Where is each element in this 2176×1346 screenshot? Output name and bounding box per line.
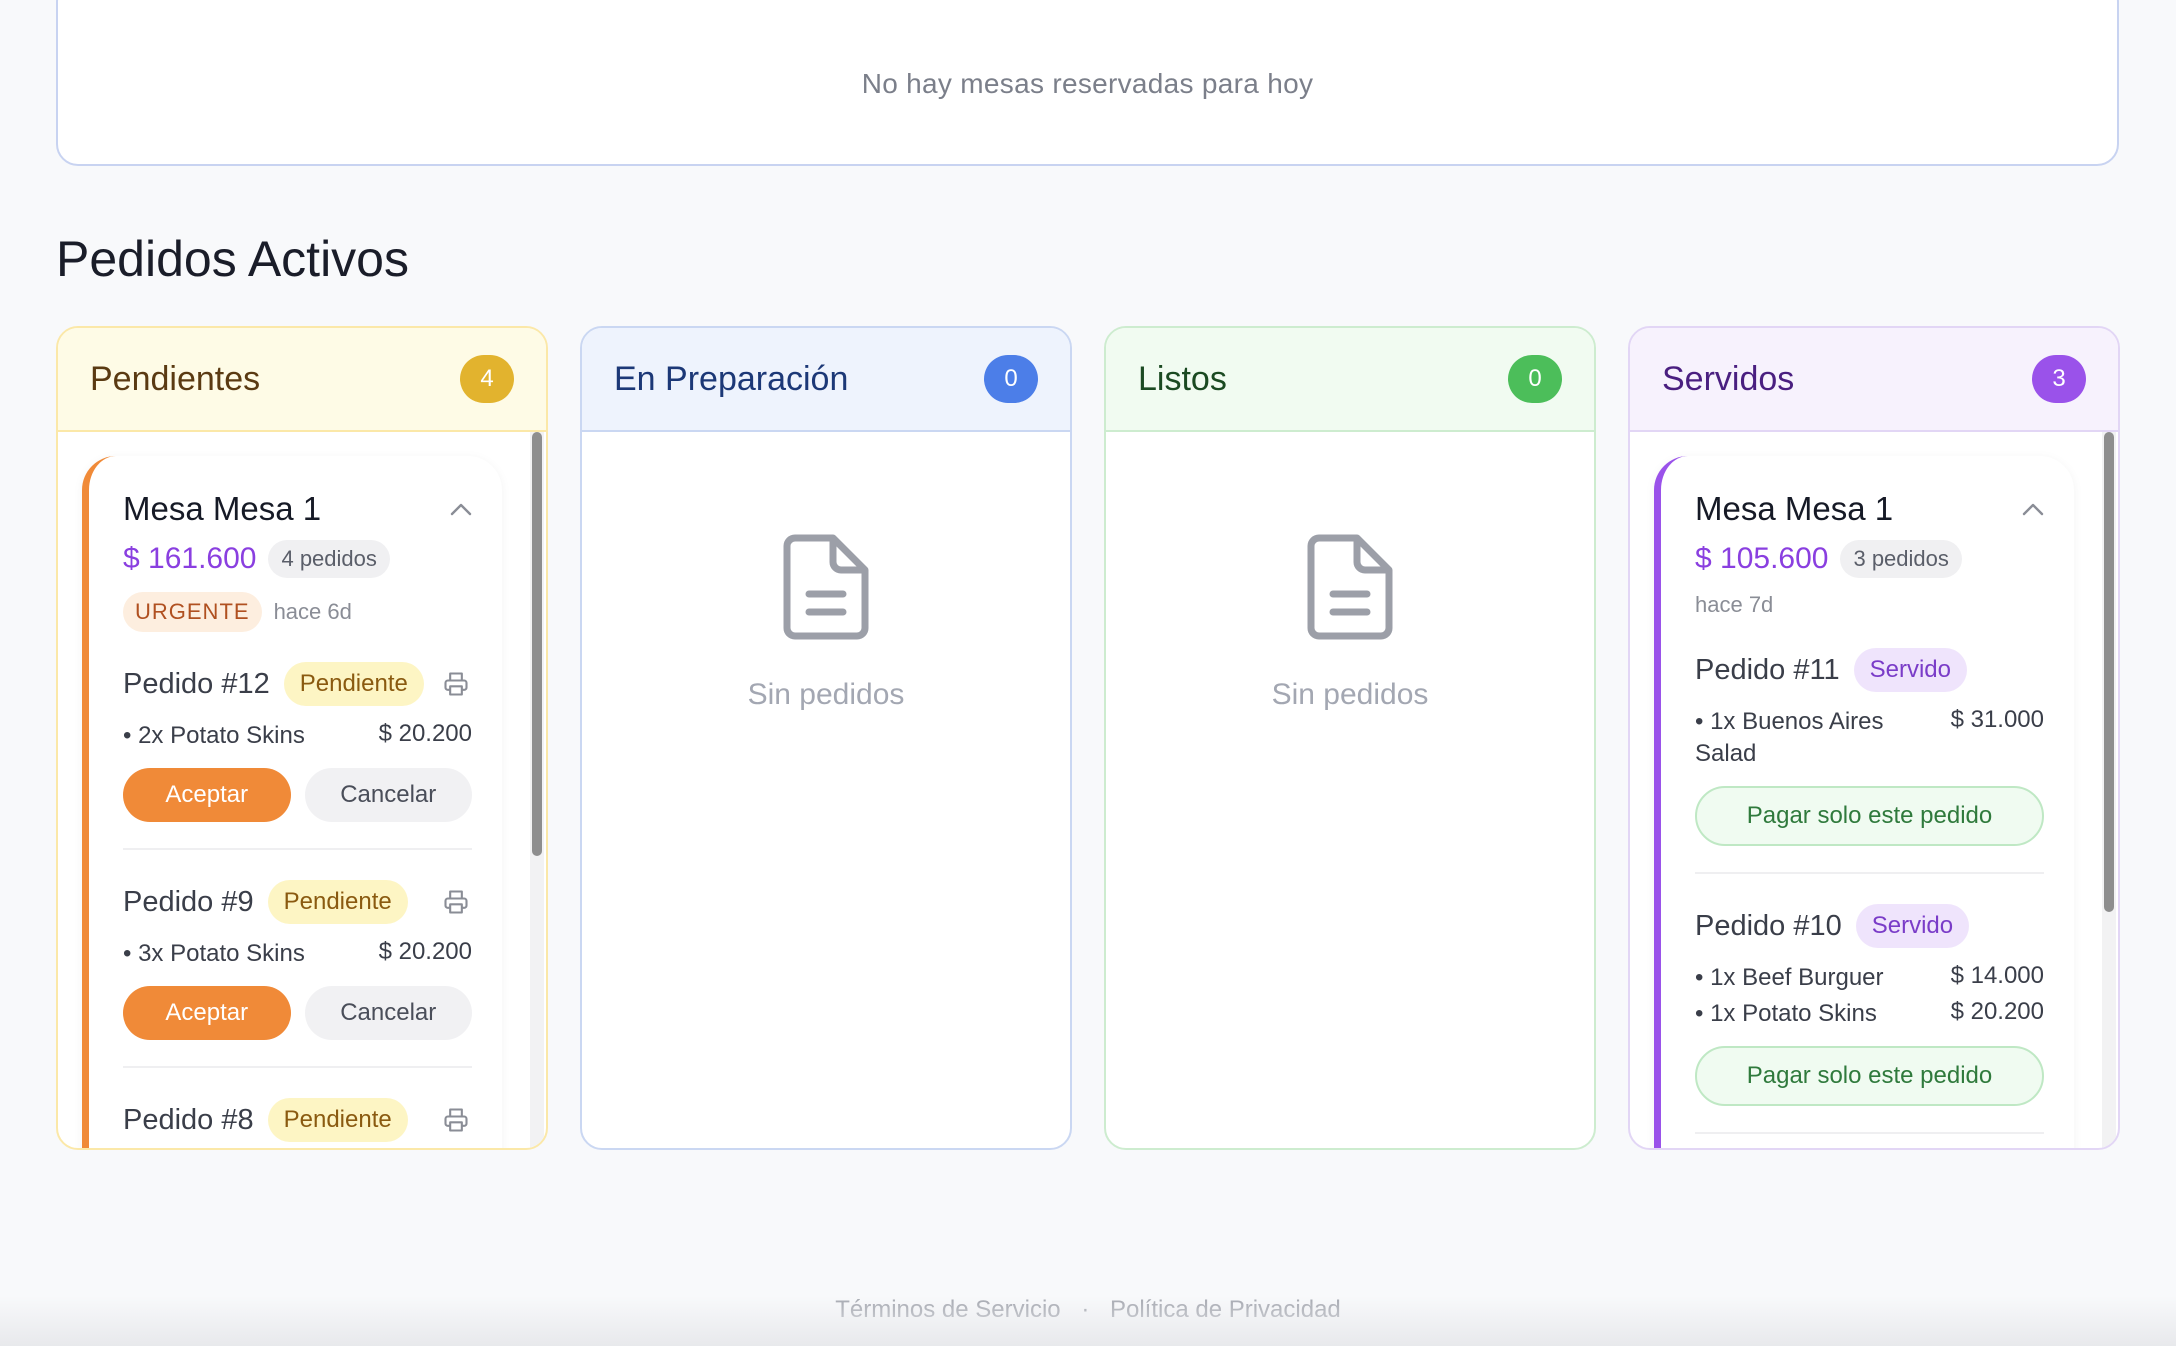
chevron-up-icon[interactable] (2022, 502, 2044, 516)
pedidos-count-badge: 4 pedidos (268, 540, 390, 578)
section-title: Pedidos Activos (56, 231, 409, 287)
column-count-badge: 0 (1508, 355, 1562, 403)
footer-separator: · (1081, 1296, 1090, 1323)
empty-state-text: Sin pedidos (747, 678, 905, 711)
empty-state: Sin pedidos (582, 532, 1070, 712)
column-title: Servidos (1662, 359, 1795, 398)
column-header: Servidos 3 (1630, 328, 2118, 432)
order-line: • 1x Buenos Aires Salad $ 31.000 (1695, 706, 2044, 770)
column-title: Listos (1138, 359, 1227, 398)
privacy-link[interactable]: Política de Privacidad (1110, 1296, 1341, 1323)
order-line-price: $ 20.200 (1950, 998, 2044, 1025)
order-line-name: • 1x Buenos Aires Salad (1695, 708, 1884, 767)
scrollbar[interactable] (530, 432, 544, 1148)
printer-icon[interactable] (442, 670, 470, 698)
pedido-title: Pedido #11 (1695, 653, 1840, 686)
pay-order-button[interactable]: Pagar solo este pedido (1695, 1046, 2044, 1106)
order-line: • 1x Potato Skins $ 20.200 (1695, 998, 2044, 1030)
column-header: Listos 0 (1106, 328, 1594, 432)
column-title: En Preparación (614, 359, 849, 398)
mesa-card[interactable]: Mesa Mesa 1 $ 105.600 3 pedidos hace 7d … (1654, 456, 2074, 1148)
pedido-item: Pedido #11 Servido • 1x Buenos Aires Sal… (1695, 648, 2044, 874)
pedido-item: Pedido #9 Pendiente • 3x Potato Skins $ … (123, 880, 472, 1068)
column-header: En Preparación 0 (582, 328, 1070, 432)
order-line-name: • 3x Potato Skins (123, 940, 305, 967)
document-icon (783, 534, 869, 640)
status-badge: Pendiente (283, 662, 424, 706)
scrollbar[interactable] (2102, 432, 2116, 1148)
pedido-title: Pedido #8 (123, 1103, 254, 1136)
reservas-empty-text: No hay mesas reservadas para hoy (861, 68, 1314, 99)
pedido-title: Pedido #10 (1695, 909, 1842, 942)
cancel-button[interactable]: Cancelar (304, 986, 472, 1040)
time-ago: hace 7d (1695, 592, 1774, 617)
reservas-panel: No hay mesas reservadas para hoy (56, 0, 2119, 166)
document-icon (1307, 534, 1393, 640)
pedido-item: Pedido #12 Pendiente • 2x Potato Skins $… (123, 662, 472, 850)
time-ago: hace 6d (273, 599, 352, 624)
order-line-price: $ 31.000 (1950, 706, 2044, 733)
column-header: Pendientes 4 (58, 328, 546, 432)
mesa-total: $ 105.600 (1695, 542, 1829, 575)
pay-order-button[interactable]: Pagar solo este pedido (1695, 786, 2044, 846)
column-count-badge: 0 (984, 355, 1038, 403)
accept-button[interactable]: Aceptar (123, 768, 291, 822)
order-line-price: $ 20.200 (378, 938, 472, 965)
column-listos: Listos 0 Sin pedidos (1104, 326, 1596, 1150)
column-count-badge: 4 (460, 355, 514, 403)
column-en-preparacion: En Preparación 0 Sin pedidos (580, 326, 1072, 1150)
scrollbar-thumb[interactable] (532, 432, 542, 856)
mesa-name: Mesa Mesa 1 (123, 490, 322, 527)
mesa-name: Mesa Mesa 1 (1695, 490, 1894, 527)
order-line-price: $ 20.200 (378, 720, 472, 747)
mesa-total: $ 161.600 (123, 542, 257, 575)
order-line: • 3x Potato Skins $ 20.200 (123, 938, 472, 970)
pedido-item: Pedido #10 Servido • 1x Beef Burguer $ 1… (1695, 904, 2044, 1134)
mesa-card[interactable]: Mesa Mesa 1 $ 161.600 4 pedidos URGENTE … (82, 456, 502, 1148)
printer-icon[interactable] (442, 888, 470, 916)
column-count-badge: 3 (2032, 355, 2086, 403)
pedido-title: Pedido #12 (123, 667, 270, 700)
order-line-name: • 1x Potato Skins (1695, 1000, 1877, 1027)
column-body: Sin pedidos (582, 432, 1070, 1148)
order-line-price: $ 14.000 (1950, 962, 2044, 989)
pedido-title: Pedido #9 (123, 885, 254, 918)
column-body[interactable]: Mesa Mesa 1 $ 161.600 4 pedidos URGENTE … (58, 432, 546, 1148)
order-line: • 1x Beef Burguer $ 14.000 (1695, 962, 2044, 994)
column-body[interactable]: Mesa Mesa 1 $ 105.600 3 pedidos hace 7d … (1630, 432, 2118, 1148)
status-badge: Pendiente (267, 880, 408, 924)
urgent-badge: URGENTE (123, 592, 262, 632)
printer-icon[interactable] (442, 1106, 470, 1134)
column-pendientes: Pendientes 4 Mesa Mesa 1 $ 161.600 4 ped… (56, 326, 548, 1150)
order-line: • 2x Potato Skins $ 20.200 (123, 720, 472, 752)
status-badge: Pendiente (267, 1098, 408, 1142)
accept-button[interactable]: Aceptar (123, 986, 291, 1040)
chevron-up-icon[interactable] (450, 502, 472, 516)
order-line-name: • 1x Beef Burguer (1695, 964, 1884, 991)
cancel-button[interactable]: Cancelar (304, 768, 472, 822)
order-line-name: • 2x Potato Skins (123, 722, 305, 749)
footer: Términos de Servicio · Política de Priva… (0, 1296, 2176, 1324)
status-badge: Servido (1855, 904, 1970, 948)
column-servidos: Servidos 3 Mesa Mesa 1 $ 105.600 3 pedid… (1628, 326, 2120, 1150)
pedidos-count-badge: 3 pedidos (1840, 540, 1962, 578)
column-body: Sin pedidos (1106, 432, 1594, 1148)
empty-state-text: Sin pedidos (1271, 678, 1429, 711)
terms-link[interactable]: Términos de Servicio (835, 1296, 1060, 1323)
pedido-item: Pedido #8 Pendiente (123, 1098, 472, 1148)
scrollbar-thumb[interactable] (2104, 432, 2114, 912)
empty-state: Sin pedidos (1106, 532, 1594, 712)
column-title: Pendientes (90, 359, 261, 398)
status-badge: Servido (1853, 648, 1967, 692)
